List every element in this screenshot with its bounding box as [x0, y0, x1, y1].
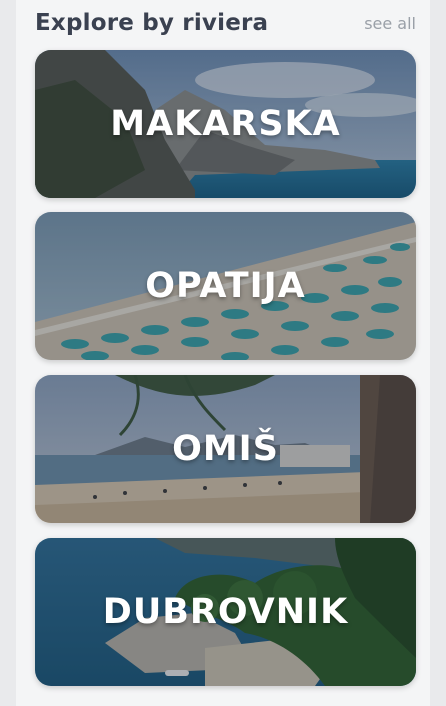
explore-panel: Explore by riviera see all MAKARSKA OPAT… [16, 0, 430, 706]
riviera-name: MAKARSKA [110, 104, 341, 144]
riviera-card-opatija[interactable]: OPATIJA [35, 212, 416, 360]
section-title: Explore by riviera [35, 10, 269, 36]
see-all-link[interactable]: see all [364, 14, 416, 33]
riviera-name: DUBROVNIK [102, 592, 349, 632]
riviera-name: OPATIJA [145, 266, 306, 306]
riviera-card-omis[interactable]: OMIŠ [35, 375, 416, 523]
section-header: Explore by riviera see all [35, 6, 416, 40]
riviera-name: OMIŠ [172, 429, 279, 469]
riviera-card-makarska[interactable]: MAKARSKA [35, 50, 416, 198]
riviera-card-dubrovnik[interactable]: DUBROVNIK [35, 538, 416, 686]
